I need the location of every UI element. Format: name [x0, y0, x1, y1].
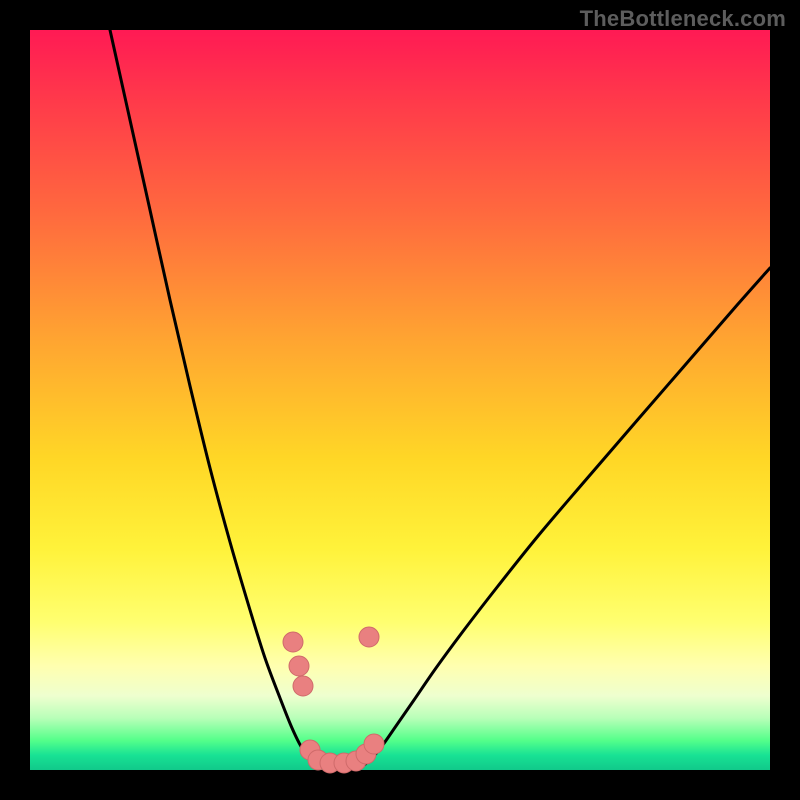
- marker-dot: [293, 676, 313, 696]
- left-curve: [110, 30, 322, 768]
- marker-dot: [359, 627, 379, 647]
- marker-dot: [289, 656, 309, 676]
- curve-layer: [30, 30, 770, 770]
- right-curve: [360, 268, 770, 768]
- plot-area: [30, 30, 770, 770]
- marker-dot: [364, 734, 384, 754]
- marker-dot: [283, 632, 303, 652]
- valley-markers: [283, 627, 384, 773]
- chart-frame: TheBottleneck.com: [0, 0, 800, 800]
- watermark-text: TheBottleneck.com: [580, 6, 786, 32]
